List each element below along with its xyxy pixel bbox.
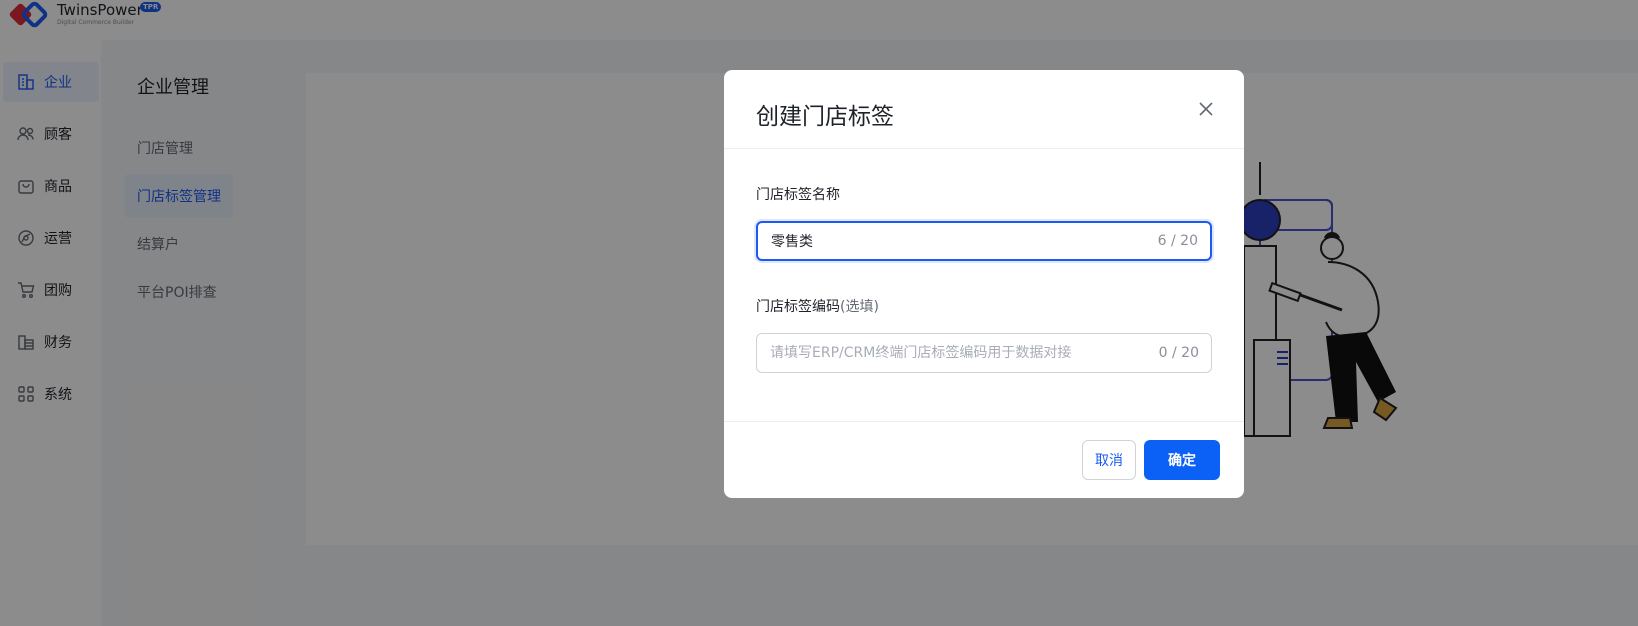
store-tag-name-counter: 6 / 20 — [1157, 233, 1198, 249]
store-tag-name-input[interactable] — [771, 223, 1141, 259]
store-tag-code-input[interactable] — [770, 334, 1140, 372]
optional-hint: (选填) — [840, 299, 879, 315]
store-tag-code-counter: 0 / 20 — [1158, 345, 1199, 361]
store-tag-code-label: 门店标签编码(选填) — [756, 296, 879, 316]
store-tag-name-label: 门店标签名称 — [756, 184, 840, 204]
store-tag-code-input-box[interactable]: 0 / 20 — [756, 333, 1212, 373]
confirm-button[interactable]: 确定 — [1144, 440, 1220, 480]
store-tag-code-label-text: 门店标签编码 — [756, 299, 840, 315]
footer-divider — [724, 421, 1244, 422]
dialog-title: 创建门店标签 — [756, 104, 894, 130]
header-divider — [724, 148, 1244, 149]
create-store-tag-dialog: 创建门店标签 门店标签名称 6 / 20 门店标签编码(选填) 0 / 20 取… — [724, 70, 1244, 498]
store-tag-name-input-box[interactable]: 6 / 20 — [756, 221, 1212, 261]
cancel-button[interactable]: 取消 — [1082, 440, 1136, 480]
close-icon[interactable] — [1194, 97, 1218, 121]
store-tag-name-label-text: 门店标签名称 — [756, 187, 840, 203]
